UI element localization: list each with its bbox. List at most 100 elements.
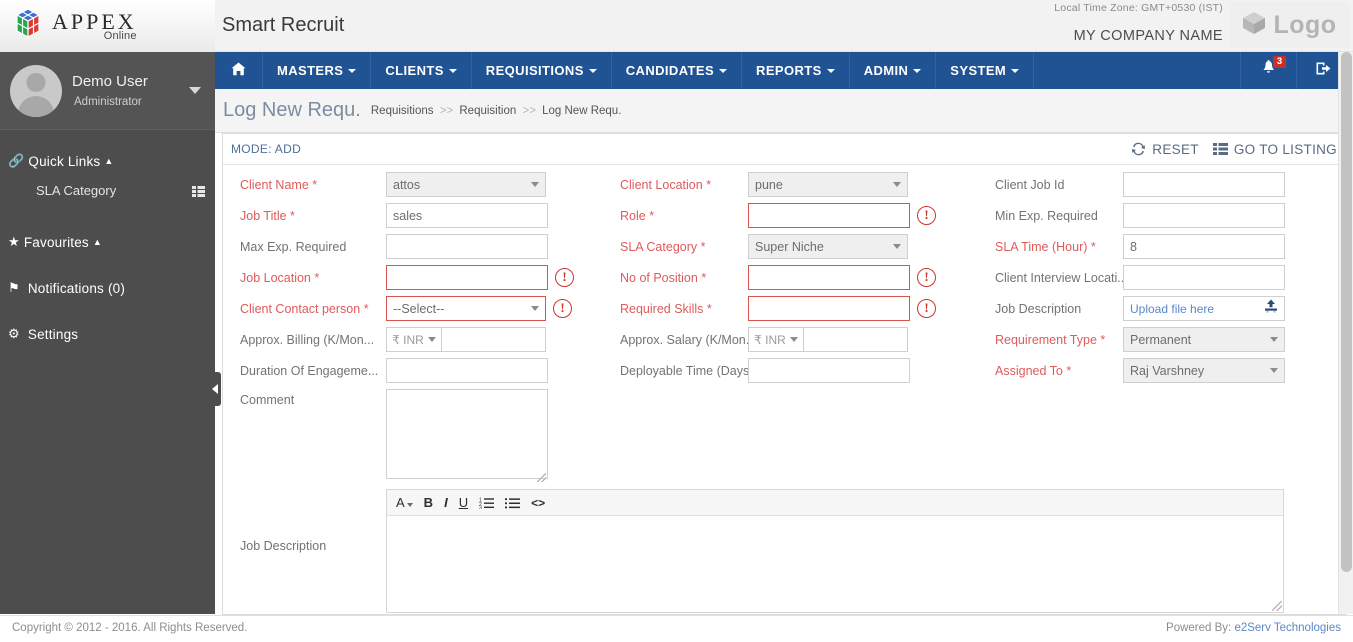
resize-grip-icon[interactable] [537,473,546,482]
nav-item-reports[interactable]: REPORTS [742,52,850,89]
field-label: Duration Of Engageme... [240,363,379,378]
powered-by: Powered By: e2Serv Technologies [1166,622,1341,634]
sidebar-section-settings[interactable]: ⚙ Settings [0,317,215,351]
client-name-select[interactable]: attos [386,172,546,197]
field-label: Approx. Salary (K/Mon... [620,332,748,347]
chevron-down-icon[interactable] [189,87,201,94]
scrollbar-thumb[interactable] [1341,52,1352,572]
salary-currency-select[interactable]: ₹ INR [748,327,803,352]
field-label: Min Exp. Required [995,208,1098,223]
approx-salary-input[interactable] [803,327,908,352]
nav-item-masters[interactable]: MASTERS [263,52,372,89]
editor-toolbar: A B I U 1 2 3 <> [387,490,1283,516]
sidebar-item-sla-category[interactable]: SLA Category [0,178,215,203]
approx-billing-input[interactable] [441,327,546,352]
deployable-time-input[interactable] [748,358,910,383]
unordered-list-icon[interactable] [505,497,521,509]
field-client-contact-person: Client Contact person * --Select--! [223,296,603,321]
resize-grip-icon[interactable] [1272,601,1282,611]
list-icon [1212,143,1228,155]
job-location-input[interactable] [386,265,548,290]
breadcrumb-separator: >> [439,104,454,117]
field-requirement-type: Requirement Type * Permanent [978,327,1338,352]
sidebar-section-quick-links[interactable]: 🔗 Quick Links ▲ [0,144,215,178]
nav-item-clients[interactable]: CLIENTS [371,52,472,89]
max-exp-input[interactable] [386,234,548,259]
field-label: Job Description [240,539,327,553]
field-role: Role * ! [603,203,978,228]
field-label: Client Interview Locati... [995,270,1123,285]
notification-count-badge: 3 [1273,56,1286,68]
sla-category-select[interactable]: Super Niche [748,234,908,259]
font-color-icon[interactable]: A [396,495,413,510]
editor-content-area[interactable] [387,516,1283,612]
required-skills-input[interactable] [748,296,910,321]
field-job-location: Job Location * ! [223,265,603,290]
italic-icon[interactable]: I [444,495,448,510]
no-of-position-input[interactable] [748,265,910,290]
flag-icon: ⚑ [8,280,20,295]
nav-item-requisitions[interactable]: REQUISITIONS [472,52,612,89]
sidebar-item-label: SLA Category [36,183,117,198]
sidebar-collapse-handle[interactable] [208,372,221,406]
user-profile[interactable]: Demo User Administrator [0,52,215,130]
field-label: Client Name * [240,177,318,192]
bold-icon[interactable]: B [424,495,433,510]
reset-button[interactable]: RESET [1131,142,1199,157]
caret-down-icon [789,337,798,342]
form-row: Approx. Billing (K/Mon... ₹ INR Approx. … [223,327,1345,358]
client-interview-location-input[interactable] [1123,265,1285,290]
main-navbar: MASTERS CLIENTS REQUISITIONS CANDIDATES … [215,52,1353,89]
field-client-name: Client Name * attos [223,172,603,197]
field-label: Approx. Billing (K/Mon... [240,332,375,347]
requirement-type-select[interactable]: Permanent [1123,327,1285,352]
page-scrollbar[interactable] [1338,52,1353,614]
refresh-icon [1131,142,1146,156]
avatar [10,64,62,117]
upload-file-button[interactable]: Upload file here [1123,296,1285,321]
form-row: Client Contact person * --Select--! Requ… [223,296,1345,327]
nav-item-candidates[interactable]: CANDIDATES [612,52,743,89]
nav-item-system[interactable]: SYSTEM [936,52,1035,89]
client-job-id-input[interactable] [1123,172,1285,197]
selected-value: pune [755,177,783,192]
role-input[interactable] [748,203,910,228]
field-min-exp: Min Exp. Required [978,203,1338,228]
rich-text-editor: A B I U 1 2 3 <> [386,489,1284,613]
user-role: Administrator [74,96,142,108]
powered-by-prefix: Powered By: [1166,622,1232,634]
client-contact-person-select[interactable]: --Select-- [386,296,546,321]
breadcrumb: Requisitions >> Requisition >> Log New R… [371,105,622,117]
copyright-text: Copyright © 2012 - 2016. All Rights Rese… [12,622,248,634]
duration-of-engagement-input[interactable] [386,358,548,383]
underline-icon[interactable]: U [459,495,468,510]
source-code-icon[interactable]: <> [531,496,545,510]
comment-textarea[interactable] [386,389,548,479]
min-exp-input[interactable] [1123,203,1285,228]
assigned-to-select[interactable]: Raj Varshney [1123,358,1285,383]
billing-currency-select[interactable]: ₹ INR [386,327,441,352]
go-to-listing-button[interactable]: GO TO LISTING [1212,142,1337,157]
reset-label: RESET [1152,141,1199,157]
sidebar-section-favourites[interactable]: ★ Favourites ▲ [0,225,215,259]
field-label: SLA Category * [620,239,706,254]
breadcrumb-item-1[interactable]: Requisitions [371,105,434,117]
ordered-list-icon[interactable]: 1 2 3 [479,497,495,509]
form-row: Client Name * attos Client Location * pu… [223,172,1345,203]
brand-wordmark: APPEX Online [52,10,137,42]
field-label: SLA Time (Hour) * [995,239,1096,254]
job-title-input[interactable] [386,203,548,228]
nav-home-button[interactable] [215,52,263,89]
brand-logo[interactable]: APPEX Online [0,0,215,52]
breadcrumb-item-2[interactable]: Requisition [459,105,516,117]
appex-cube-icon [8,7,48,45]
notifications-button[interactable]: 3 [1241,52,1297,89]
client-location-select[interactable]: pune [748,172,908,197]
sidebar-section-label: Quick Links [28,153,101,169]
field-max-exp: Max Exp. Required [223,234,603,259]
panel-actions: RESET GO TO LISTING [1131,142,1337,157]
nav-item-admin[interactable]: ADMIN [850,52,937,89]
powered-by-link[interactable]: e2Serv Technologies [1234,622,1341,634]
field-sla-time: SLA Time (Hour) * [978,234,1338,259]
sidebar-section-notifications[interactable]: ⚑ Notifications (0) [0,271,215,305]
